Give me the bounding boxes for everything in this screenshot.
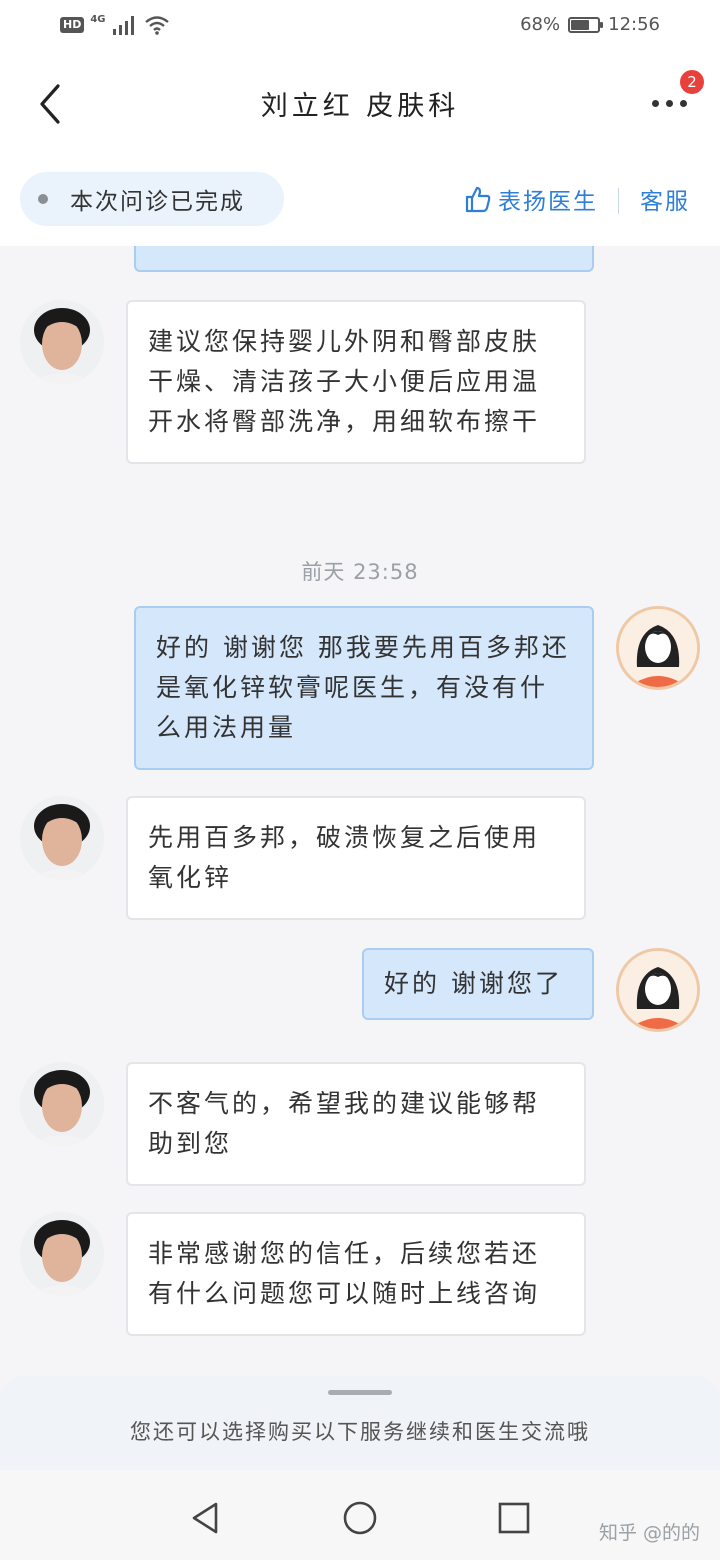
patient-avatar-icon: [619, 951, 697, 1029]
doctor-avatar[interactable]: [20, 1062, 104, 1146]
doctor-avatar-icon: [20, 796, 104, 880]
chat-area[interactable]: 建议您保持婴儿外阴和臀部皮肤干燥、清洁孩子大小便后应用温开水将臀部洗净，用细软布…: [0, 246, 720, 1376]
nav-bar: 刘立红 皮肤科 2: [0, 56, 720, 152]
message-text: 不客气的，希望我的建议能够帮助到您: [148, 1089, 541, 1158]
consult-status-strip: 本次问诊已完成 表扬医生 客服: [0, 152, 720, 246]
battery-percent: 68%: [520, 14, 561, 35]
doctor-message-bubble[interactable]: 不客气的，希望我的建议能够帮助到您: [126, 1062, 586, 1186]
system-home-button[interactable]: [342, 1500, 378, 1536]
system-nav-bar: 知乎 @的的: [0, 1470, 720, 1560]
praise-doctor-button[interactable]: 表扬医生: [464, 182, 598, 216]
hd-badge: HD: [60, 17, 85, 33]
thumbs-up-icon: [465, 186, 491, 213]
service-bottom-sheet[interactable]: 您还可以选择购买以下服务继续和医生交流哦: [0, 1376, 720, 1470]
wifi-icon: [144, 16, 169, 35]
sheet-drag-handle[interactable]: [328, 1390, 392, 1395]
doctor-message-bubble[interactable]: 先用百多邦，破溃恢复之后使用氧化锌: [126, 796, 586, 920]
page-title: 刘立红 皮肤科: [260, 91, 460, 122]
previous-message-bubble: [134, 246, 594, 272]
message-text: 非常感谢您的信任，后续您若还有什么问题您可以随时上线咨询: [148, 1239, 541, 1308]
praise-doctor-label: 表扬医生: [498, 189, 598, 215]
patient-avatar[interactable]: [616, 606, 700, 690]
battery-icon: [568, 16, 604, 33]
notification-badge: 2: [680, 70, 704, 94]
more-dots-icon: [652, 100, 687, 107]
doctor-avatar-icon: [20, 300, 104, 384]
signal-icon: [112, 16, 134, 35]
message-text: 好的 谢谢您了: [384, 969, 563, 998]
doctor-avatar[interactable]: [20, 1212, 104, 1296]
status-bar: HD 4G 68% 12:56: [0, 0, 720, 56]
system-recents-button[interactable]: [496, 1500, 532, 1536]
battery-fill: [571, 19, 589, 30]
sheet-prompt-text: 您还可以选择购买以下服务继续和医生交流哦: [130, 1420, 590, 1444]
more-button[interactable]: 2: [648, 70, 704, 122]
clock: 12:56: [608, 14, 660, 35]
consult-status-pill: 本次问诊已完成: [20, 172, 284, 226]
patient-message-bubble[interactable]: 好的 谢谢您了: [362, 948, 594, 1020]
message-text: 好的 谢谢您 那我要先用百多邦还是氧化锌软膏呢医生，有没有什么用法用量: [156, 633, 570, 742]
message-text: 先用百多邦，破溃恢复之后使用氧化锌: [148, 823, 541, 892]
message-text: 建议您保持婴儿外阴和臀部皮肤干燥、清洁孩子大小便后应用温开水将臀部洗净，用细软布…: [148, 327, 541, 436]
message-timestamp: 前天 23:58: [301, 560, 419, 584]
patient-avatar-icon: [619, 609, 697, 687]
doctor-message-bubble[interactable]: 非常感谢您的信任，后续您若还有什么问题您可以随时上线咨询: [126, 1212, 586, 1336]
square-recents-icon: [498, 1502, 530, 1534]
watermark: 知乎 @的的: [598, 1522, 700, 1544]
doctor-avatar[interactable]: [20, 796, 104, 880]
doctor-avatar[interactable]: [20, 300, 104, 384]
customer-service-button[interactable]: 客服: [640, 182, 690, 216]
triangle-back-icon: [192, 1502, 218, 1534]
network-label: 4G: [90, 13, 106, 25]
patient-avatar[interactable]: [616, 948, 700, 1032]
status-left: HD 4G: [60, 13, 170, 35]
system-back-button[interactable]: [188, 1500, 224, 1536]
doctor-avatar-icon: [20, 1062, 104, 1146]
status-dot-icon: [38, 194, 48, 204]
doctor-message-bubble[interactable]: 建议您保持婴儿外阴和臀部皮肤干燥、清洁孩子大小便后应用温开水将臀部洗净，用细软布…: [126, 300, 586, 464]
patient-message-bubble[interactable]: 好的 谢谢您 那我要先用百多邦还是氧化锌软膏呢医生，有没有什么用法用量: [134, 606, 594, 770]
circle-home-icon: [343, 1501, 377, 1535]
doctor-avatar-icon: [20, 1212, 104, 1296]
status-right: 68% 12:56: [520, 14, 660, 35]
consult-status-text: 本次问诊已完成: [70, 189, 245, 215]
strip-divider: [618, 188, 619, 214]
